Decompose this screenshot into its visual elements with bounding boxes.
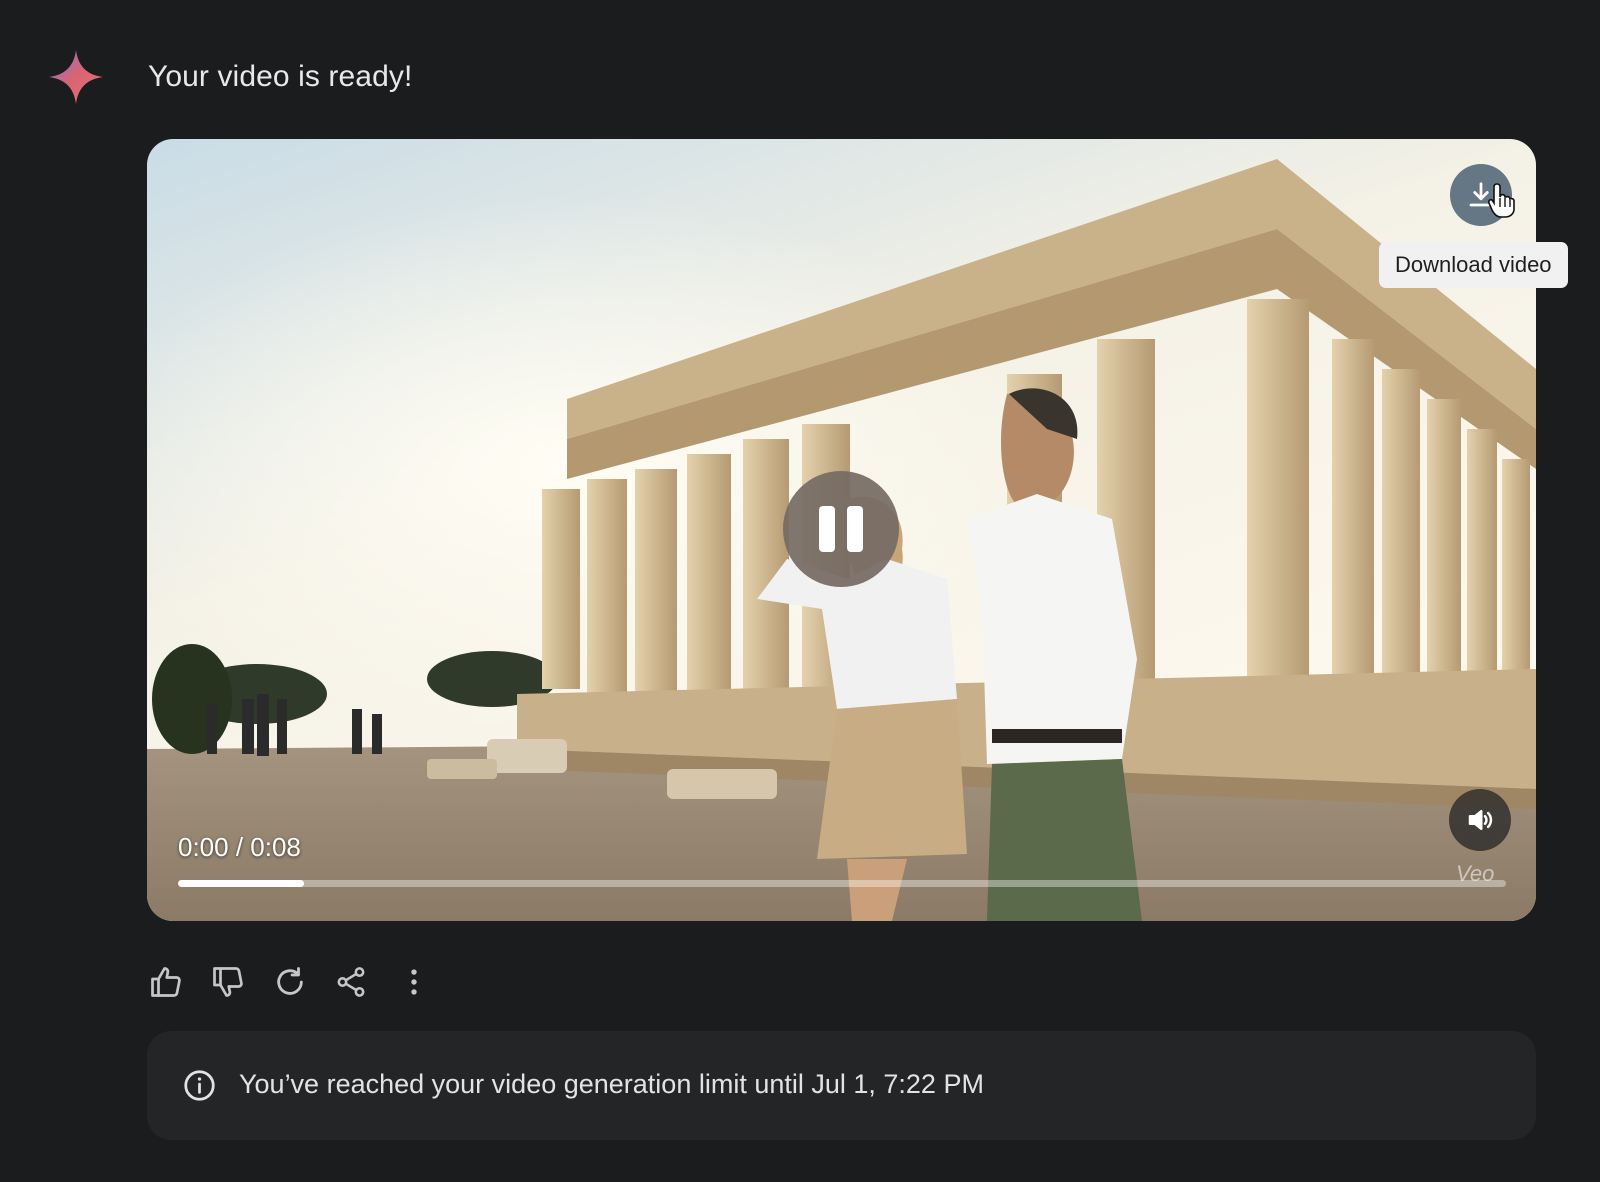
response-heading: Your video is ready! bbox=[148, 60, 413, 93]
refresh-icon bbox=[277, 967, 303, 995]
download-tooltip: Download video bbox=[1379, 242, 1568, 288]
volume-button[interactable] bbox=[1449, 789, 1511, 851]
more-vert-icon bbox=[411, 969, 417, 995]
progress-fill bbox=[178, 880, 305, 887]
thumbs-down-button[interactable] bbox=[208, 962, 248, 1002]
more-options-button[interactable] bbox=[394, 962, 434, 1002]
volume-icon bbox=[1468, 810, 1493, 830]
notice-text: You’ve reached your video generation lim… bbox=[239, 1069, 984, 1099]
hand-cursor-icon bbox=[1488, 183, 1515, 218]
share-button[interactable] bbox=[331, 962, 371, 1002]
generation-limit-notice: You’ve reached your video generation lim… bbox=[147, 1031, 1536, 1140]
time-display: 0:00 / 0:08 bbox=[178, 832, 301, 862]
pause-icon bbox=[819, 506, 835, 552]
share-icon bbox=[337, 967, 365, 997]
video-player[interactable]: 0:00 / 0:08 Veo bbox=[147, 139, 1536, 921]
regenerate-button[interactable] bbox=[270, 962, 310, 1002]
video-progress-bar[interactable] bbox=[178, 880, 1506, 887]
pause-button[interactable] bbox=[783, 471, 899, 587]
gemini-spark-icon bbox=[49, 50, 103, 104]
veo-watermark: Veo bbox=[1456, 861, 1495, 886]
thumbs-up-button[interactable] bbox=[146, 962, 186, 1002]
thumbs-up-icon bbox=[151, 967, 181, 997]
info-icon bbox=[184, 1070, 215, 1101]
thumbs-down-icon bbox=[213, 967, 243, 997]
